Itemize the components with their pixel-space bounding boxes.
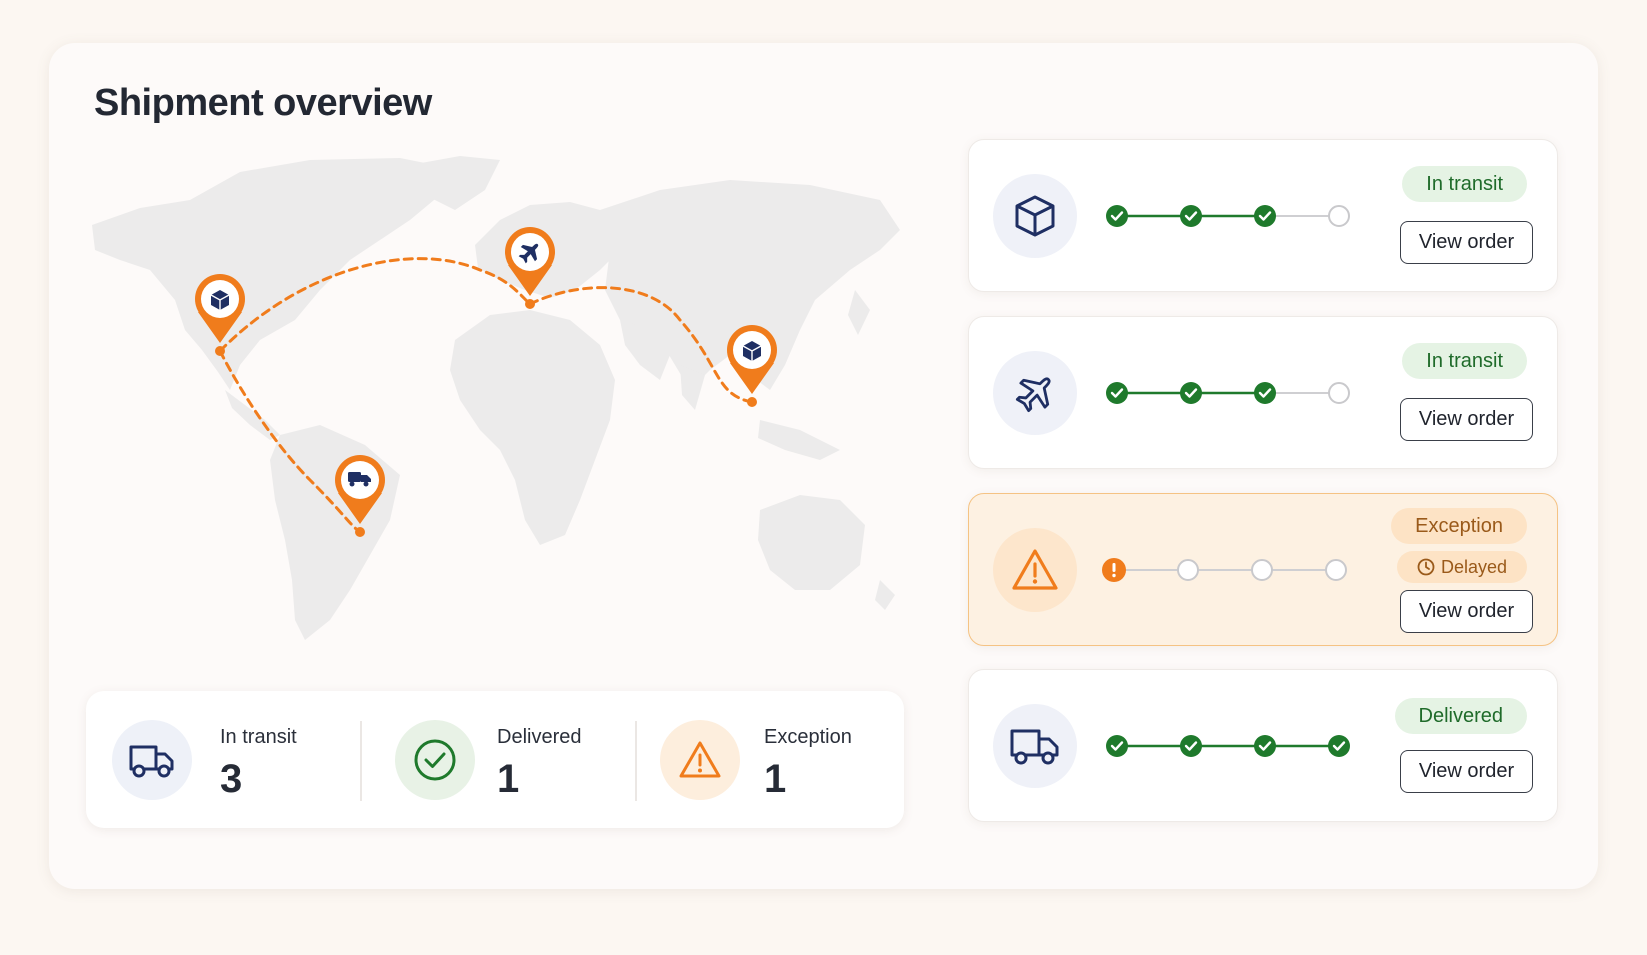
step-complete (1180, 382, 1202, 404)
step-complete (1254, 735, 1276, 757)
summary-count: 3 (220, 757, 243, 801)
divider (360, 721, 362, 801)
step-complete (1180, 735, 1202, 757)
shipment-card[interactable]: In transit View order (968, 139, 1558, 292)
progress-steps (1100, 556, 1350, 584)
divider (635, 721, 637, 801)
world-map (80, 150, 950, 680)
step-pending (1251, 559, 1273, 581)
progress-steps (1103, 732, 1353, 760)
status-badge: Delivered (1394, 698, 1527, 734)
page-title: Shipment overview (94, 82, 432, 124)
summary-count: 1 (764, 757, 787, 801)
step-pending (1177, 559, 1199, 581)
view-order-button[interactable]: View order (1400, 590, 1533, 633)
step-complete (1106, 382, 1128, 404)
shipment-card[interactable]: In transit View order (968, 316, 1558, 469)
clock-icon (1417, 558, 1435, 576)
summary-label: In transit (220, 726, 297, 748)
status-badge: In transit (1402, 166, 1527, 202)
check-circle-icon (395, 720, 475, 800)
world-map-svg (92, 156, 900, 640)
step-complete (1328, 735, 1350, 757)
summary-count: 1 (497, 757, 520, 801)
warning-icon (993, 528, 1077, 612)
continents (92, 156, 900, 640)
truck-icon (993, 704, 1077, 788)
package-icon (993, 174, 1077, 258)
step-complete (1106, 735, 1128, 757)
warning-icon (660, 720, 740, 800)
truck-icon (112, 720, 192, 800)
shipment-card-exception[interactable]: Exception Delayed View order (968, 493, 1558, 646)
view-order-button[interactable]: View order (1400, 398, 1533, 441)
airplane-icon (993, 351, 1077, 435)
delayed-label: Delayed (1440, 556, 1508, 577)
summary-card: In transit 3 Delivered 1 Exception 1 (86, 691, 904, 828)
step-pending (1328, 205, 1350, 227)
step-error (1102, 558, 1126, 582)
progress-steps (1103, 202, 1353, 230)
status-badge: Exception (1391, 508, 1527, 544)
status-badge: In transit (1402, 343, 1527, 379)
step-complete (1254, 382, 1276, 404)
delayed-badge: Delayed (1397, 551, 1527, 583)
view-order-button[interactable]: View order (1400, 221, 1533, 264)
step-complete (1180, 205, 1202, 227)
shipment-card[interactable]: Delivered View order (968, 669, 1558, 822)
step-pending (1325, 559, 1347, 581)
progress-steps (1103, 379, 1353, 407)
summary-label: Delivered (497, 726, 582, 748)
summary-label: Exception (764, 726, 852, 748)
step-complete (1106, 205, 1128, 227)
step-complete (1254, 205, 1276, 227)
view-order-button[interactable]: View order (1400, 750, 1533, 793)
step-pending (1328, 382, 1350, 404)
